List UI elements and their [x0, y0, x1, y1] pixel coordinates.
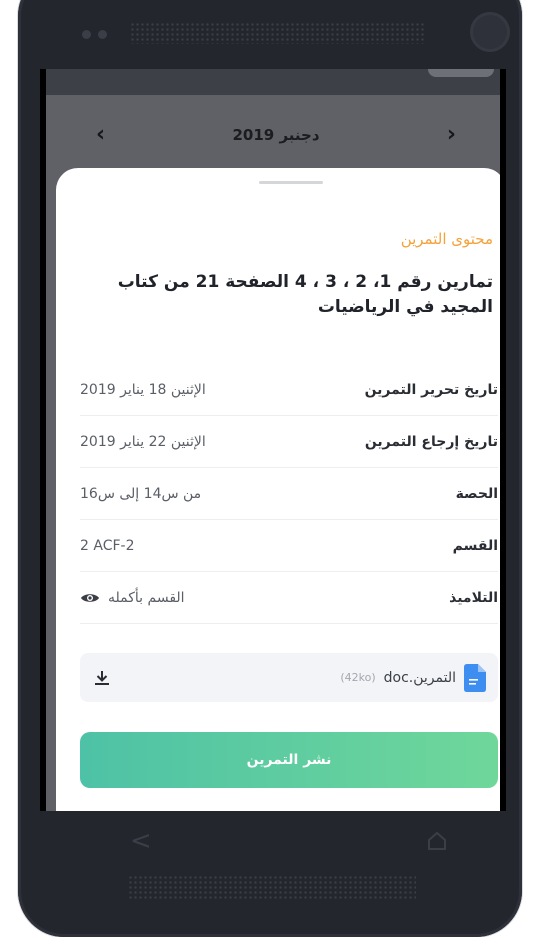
- home-icon[interactable]: [426, 830, 448, 852]
- download-icon[interactable]: [92, 668, 112, 688]
- front-camera: [470, 12, 510, 52]
- earpiece-speaker: [130, 22, 426, 44]
- attachment-info: التمرين.doc (42ko): [340, 663, 486, 692]
- detail-label: القسم: [452, 537, 498, 554]
- phone-top-bezel: [18, 0, 522, 70]
- bottom-speaker: [128, 875, 416, 899]
- detail-value: 2 ACF-2: [80, 537, 135, 554]
- detail-row-session: من س14 إلى س16 الحصة: [80, 468, 498, 520]
- exercise-title: تمارين رقم 1، 2 ، 3 ، 4 الصفحة 21 من كتا…: [117, 272, 493, 317]
- attachment-file-name: التمرين.doc: [383, 669, 456, 686]
- detail-row-edit-date: الإثنين 18 يناير 2019 تاريخ تحرير التمري…: [80, 364, 498, 416]
- status-pill: [428, 69, 494, 77]
- students-value[interactable]: القسم بأكمله: [80, 590, 185, 606]
- detail-row-students: القسم بأكمله التلاميذ: [80, 572, 498, 624]
- section-label: محتوى التمرين: [400, 230, 493, 248]
- eye-icon[interactable]: [80, 592, 100, 604]
- previous-month-button[interactable]: ‹: [96, 124, 105, 146]
- publish-exercise-button[interactable]: نشر التمرين: [80, 732, 498, 788]
- detail-row-return-date: الإثنين 22 يناير 2019 تاريخ إرجاع التمري…: [80, 416, 498, 468]
- next-month-button[interactable]: ›: [447, 124, 456, 146]
- back-icon[interactable]: <: [130, 826, 152, 856]
- detail-value: من س14 إلى س16: [80, 485, 202, 502]
- document-icon: [464, 663, 486, 692]
- exercise-bottom-sheet: محتوى التمرين تمارين رقم 1، 2 ، 3 ، 4 ال…: [56, 168, 500, 811]
- attachment-file-size: (42ko): [340, 671, 376, 684]
- month-title: دجنبر 2019: [232, 126, 320, 144]
- detail-row-class: 2 ACF-2 القسم: [80, 520, 498, 572]
- sensor-dots: [82, 30, 107, 39]
- status-bar: [46, 69, 500, 95]
- month-navigation: ‹ دجنبر 2019 ›: [46, 105, 500, 165]
- phone-screen: ‹ دجنبر 2019 › محتوى التمرين تمارين رقم …: [40, 69, 506, 811]
- attachment-card[interactable]: التمرين.doc (42ko): [80, 653, 498, 702]
- sheet-drag-handle[interactable]: [259, 181, 323, 184]
- exercise-details: الإثنين 18 يناير 2019 تاريخ تحرير التمري…: [80, 364, 498, 624]
- detail-label: تاريخ إرجاع التمرين: [364, 433, 498, 450]
- detail-value: الإثنين 22 يناير 2019: [80, 433, 206, 450]
- detail-label: التلاميذ: [449, 589, 498, 606]
- detail-value: الإثنين 18 يناير 2019: [80, 381, 206, 398]
- detail-label: تاريخ تحرير التمرين: [364, 381, 498, 398]
- detail-label: الحصة: [455, 485, 498, 502]
- detail-value: القسم بأكمله: [108, 589, 185, 606]
- app-viewport: ‹ دجنبر 2019 › محتوى التمرين تمارين رقم …: [46, 69, 500, 811]
